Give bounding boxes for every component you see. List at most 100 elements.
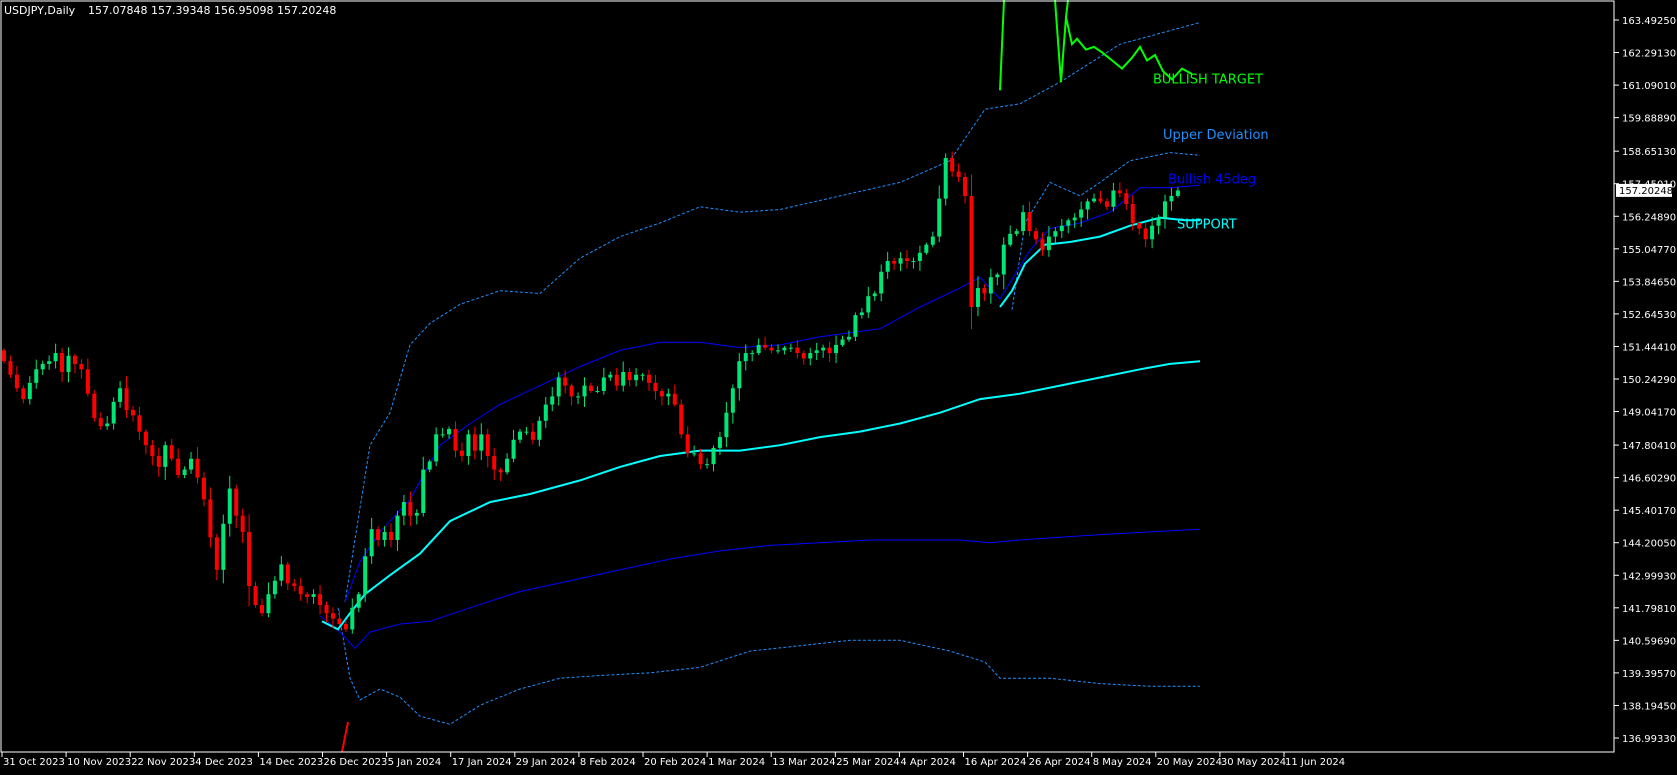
candle-body [1104,201,1109,207]
x-tick-label: 26 Dec 2023 [324,757,388,768]
candle-body [324,605,329,614]
candle-body [382,531,387,541]
candle-body [47,361,52,364]
candle-body [492,456,497,470]
x-tick-label: 29 Jan 2024 [516,757,576,768]
candle-body [427,461,432,470]
candle-body [137,415,142,432]
candle-body [311,594,316,597]
candle-body [666,393,671,397]
candle-body [821,347,826,351]
candle-body [343,624,348,630]
y-tick-label: 139.39570 [1622,669,1676,680]
y-tick-label: 146.60290 [1622,474,1676,485]
current-price-tag: 157.20248 [1616,183,1673,197]
y-tick-label: 151.44410 [1622,342,1676,353]
candle-body [169,445,174,459]
candle-body [601,377,606,392]
candle-body [1085,201,1090,210]
candle-body [963,176,968,196]
candle-body [214,537,219,570]
candle-body [459,450,464,457]
candle-body [672,393,677,405]
y-tick-label: 141.79810 [1622,604,1676,615]
y-tick-label: 162.29130 [1622,49,1676,60]
candle-body [318,594,323,606]
candle-body [1137,223,1142,229]
candle-body [711,447,716,465]
candle-body [1124,193,1129,205]
candle-body [995,274,1000,278]
candle-body [1072,217,1077,221]
candle-body [1040,239,1045,251]
candle-body [717,437,722,448]
candle-body [79,363,84,370]
y-tick-label: 163.49250 [1622,16,1676,27]
candle-body [479,434,484,451]
candle-body [653,382,658,392]
candle-body [814,350,819,354]
candle-body [1163,201,1167,218]
candle-body [576,396,581,398]
candle-body [588,385,593,392]
candle-body [305,594,310,597]
candle-body [853,315,858,337]
x-tick-label: 5 Jan 2024 [388,757,442,768]
y-tick-label: 159.88890 [1622,114,1676,125]
candle-body [505,458,510,473]
candle-body [763,344,768,348]
candle-body [692,453,697,455]
candle-body [60,353,65,373]
candle-body [485,434,490,457]
candle-body [1079,209,1084,218]
candle-body [756,344,761,354]
candle-body [85,369,90,394]
y-tick-label: 145.40170 [1622,506,1676,517]
candle-body [801,353,806,359]
candle-body [840,339,845,345]
candle-body [182,469,187,475]
candle-body [472,434,477,451]
y-tick-label: 152.64530 [1622,310,1676,321]
candle-body [53,353,58,362]
candle-body [330,613,335,619]
candle-body [195,458,200,478]
candle-body [111,401,116,424]
candle-body [1034,231,1038,240]
candle-body [350,607,355,630]
candle-body [1066,220,1071,226]
candle-body [1046,236,1051,251]
candle-body [1059,225,1064,232]
candle-body [98,418,103,427]
candle-body [872,293,877,297]
chart-header: USDJPY,Daily 157.07848 157.39348 156.950… [4,4,336,17]
candle-body [260,605,264,614]
candle-body [234,488,239,516]
x-tick-label: 26 Apr 2024 [1029,757,1091,768]
candle-body [943,157,948,199]
symbol-title: USDJPY,Daily [4,4,76,17]
candle-body [808,353,813,359]
candle-body [795,347,800,354]
candle-body [118,388,123,402]
candle-body [937,198,942,237]
y-tick-label: 136.99330 [1622,734,1676,745]
candle-body [240,515,245,532]
y-tick-label: 142.99930 [1622,571,1676,582]
y-tick-label: 158.65130 [1622,147,1676,158]
candle-body [163,445,168,467]
x-tick-label: 1 Mar 2024 [708,757,765,768]
candle-body [34,369,39,383]
candle-body [1014,231,1019,234]
candle-body [1021,212,1026,232]
candle-body [537,420,542,440]
y-tick-label: 140.59690 [1622,636,1676,647]
candle-body [363,556,368,595]
current-price-label: 157.20248 [1619,186,1673,197]
candle-body [1001,244,1006,275]
line-label: BULLISH TARGET [1153,72,1263,87]
candle-body [1156,217,1161,226]
x-tick-label: 22 Nov 2023 [131,757,195,768]
price-chart[interactable]: 163.49250 162.29130 161.09010 159.88890 158.… [0,0,1677,771]
candle-body [1117,190,1122,194]
